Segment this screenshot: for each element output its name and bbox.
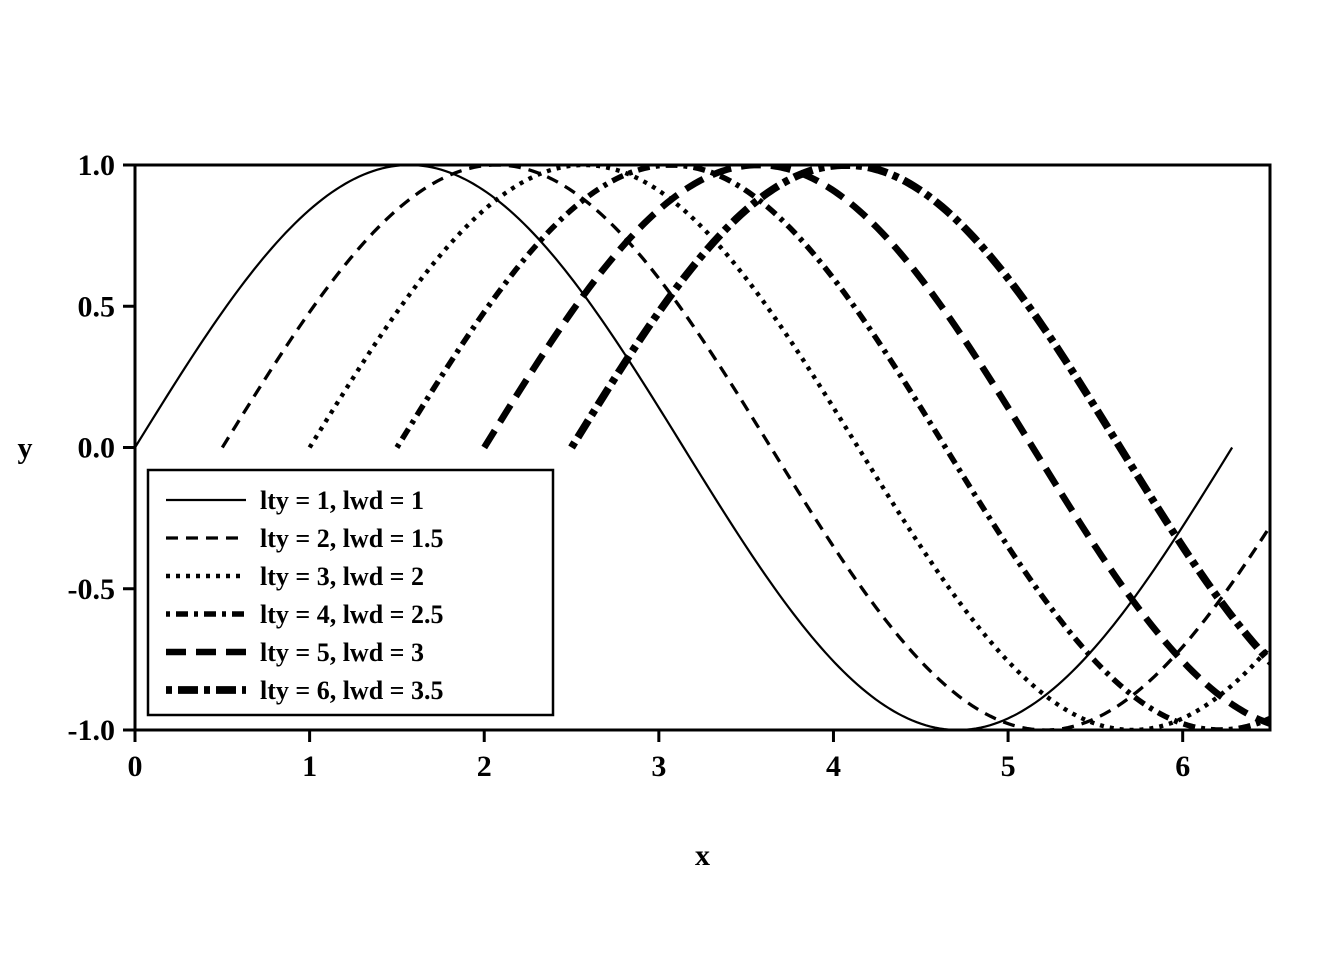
x-tick-label: 6 [1175,750,1190,783]
line-chart: 0 1 2 3 4 5 6 -1.0 -0.5 0.0 0.5 1.0 x y lty = 1, lwd =… [0,0,1344,960]
y-tick-label: 0.5 [78,290,116,323]
legend-label-5: lty = 5, lwd = 3 [260,638,424,667]
x-tick-label: 2 [477,750,492,783]
y-tick-label: 0.0 [78,432,116,465]
legend-label-3: lty = 3, lwd = 2 [260,562,424,591]
legend-label-2: lty = 2, lwd = 1.5 [260,524,443,553]
y-tick-label: -1.0 [68,714,116,747]
legend-label-1: lty = 1, lwd = 1 [260,486,424,515]
series-6 [572,165,1344,730]
x-tick-label: 3 [651,750,666,783]
x-tick-label: 0 [128,750,143,783]
y-axis-label: y [18,432,33,465]
x-tick-label: 4 [826,750,841,783]
series-5 [484,165,1344,730]
x-tick-label: 1 [302,750,317,783]
legend-label-4: lty = 4, lwd = 2.5 [260,600,443,629]
x-axis-label: x [695,839,710,872]
y-tick-label: -0.5 [68,573,116,606]
legend: lty = 1, lwd = 1 lty = 2, lwd = 1.5 lty = … [148,470,553,715]
x-tick-label: 5 [1001,750,1016,783]
y-tick-label: 1.0 [78,149,116,182]
legend-label-6: lty = 6, lwd = 3.5 [260,676,443,705]
